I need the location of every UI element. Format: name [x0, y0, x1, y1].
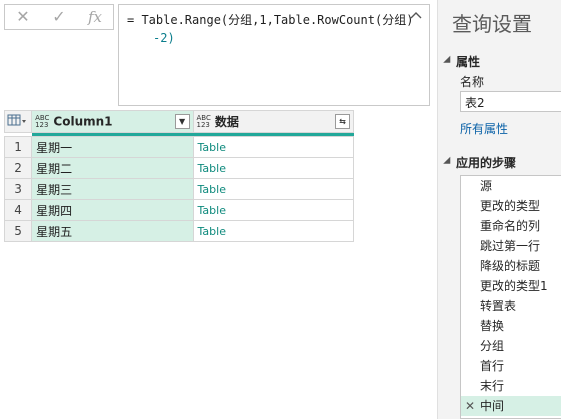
delete-step-icon[interactable]: ✕: [465, 396, 475, 416]
table-row: 5 星期五 Table: [3, 220, 355, 242]
table-link-cell[interactable]: Table: [192, 199, 355, 221]
step-item[interactable]: 跳过第一行: [461, 236, 561, 256]
column-header-label: 数据: [214, 115, 239, 129]
step-item[interactable]: 降级的标题: [461, 256, 561, 276]
filter-dropdown-icon[interactable]: ▼: [174, 114, 190, 129]
row-number[interactable]: 3: [3, 178, 33, 200]
close-icon[interactable]: ✕: [5, 5, 41, 29]
step-item[interactable]: 末行: [461, 376, 561, 396]
table-icon: [7, 114, 26, 126]
column-header-label: Column1: [53, 114, 113, 129]
data-grid: ABC 123 Column1 ▼ ABC 123 数据 ⇆ 1 星期一 Table 2…: [3, 110, 355, 242]
properties-section-header[interactable]: 属性: [443, 53, 480, 70]
collapse-triangle-icon[interactable]: [443, 156, 454, 168]
expand-column-icon[interactable]: ⇆: [335, 114, 350, 129]
column-header-column1[interactable]: ABC 123 Column1 ▼: [31, 110, 194, 133]
formula-line-2: -2): [153, 31, 175, 45]
collapse-triangle-icon[interactable]: [443, 55, 454, 67]
table-row: 1 星期一 Table: [3, 136, 355, 158]
step-item[interactable]: 首行: [461, 356, 561, 376]
check-icon[interactable]: ✓: [41, 5, 77, 29]
table-cell[interactable]: 星期一: [31, 136, 194, 158]
step-item[interactable]: 源: [461, 176, 561, 196]
step-item[interactable]: 分组: [461, 336, 561, 356]
step-item[interactable]: 更改的类型: [461, 196, 561, 216]
formula-bar-buttons: ✕ ✓ fx: [4, 4, 114, 30]
name-label: 名称: [460, 75, 485, 89]
type-any-icon[interactable]: ABC 123: [197, 114, 211, 129]
table-link-cell[interactable]: Table: [192, 136, 355, 158]
query-settings-panel: 查询设置 属性 名称 表2 所有属性 应用的步骤 源 更改的类型 重命名的列 跳…: [437, 0, 561, 419]
panel-title: 查询设置: [452, 12, 532, 36]
row-number[interactable]: 5: [3, 220, 33, 242]
step-item[interactable]: 转置表: [461, 296, 561, 316]
column-header-data[interactable]: ABC 123 数据 ⇆: [192, 110, 355, 133]
table-row: 2 星期二 Table: [3, 157, 355, 179]
table-menu-button[interactable]: [3, 110, 33, 133]
fx-icon[interactable]: fx: [77, 5, 113, 29]
applied-steps-list: 源 更改的类型 重命名的列 跳过第一行 降级的标题 更改的类型1 转置表 替换 …: [460, 175, 561, 419]
table-link-cell[interactable]: Table: [192, 220, 355, 242]
row-number[interactable]: 2: [3, 157, 33, 179]
table-row: 3 星期三 Table: [3, 178, 355, 200]
step-item-selected[interactable]: ✕ 中间: [461, 396, 561, 416]
table-row: 4 星期四 Table: [3, 199, 355, 221]
all-properties-link[interactable]: 所有属性: [460, 120, 508, 137]
collapse-formula-icon[interactable]: [410, 10, 422, 22]
step-item[interactable]: 重命名的列: [461, 216, 561, 236]
table-cell[interactable]: 星期二: [31, 157, 194, 179]
type-any-icon[interactable]: ABC 123: [35, 114, 49, 129]
formula-editor[interactable]: = Table.Range(分组,1,Table.RowCount(分组) -2…: [118, 4, 430, 106]
step-item[interactable]: 替换: [461, 316, 561, 336]
applied-steps-section-header[interactable]: 应用的步骤: [443, 154, 516, 171]
table-link-cell[interactable]: Table: [192, 157, 355, 179]
step-item[interactable]: 更改的类型1: [461, 276, 561, 296]
table-cell[interactable]: 星期五: [31, 220, 194, 242]
row-number[interactable]: 4: [3, 199, 33, 221]
formula-line-1: = Table.Range(分组,1,Table.RowCount(分组): [127, 13, 414, 27]
table-link-cell[interactable]: Table: [192, 178, 355, 200]
query-name-input[interactable]: 表2: [460, 91, 561, 112]
table-cell[interactable]: 星期三: [31, 178, 194, 200]
row-number[interactable]: 1: [3, 136, 33, 158]
table-cell[interactable]: 星期四: [31, 199, 194, 221]
